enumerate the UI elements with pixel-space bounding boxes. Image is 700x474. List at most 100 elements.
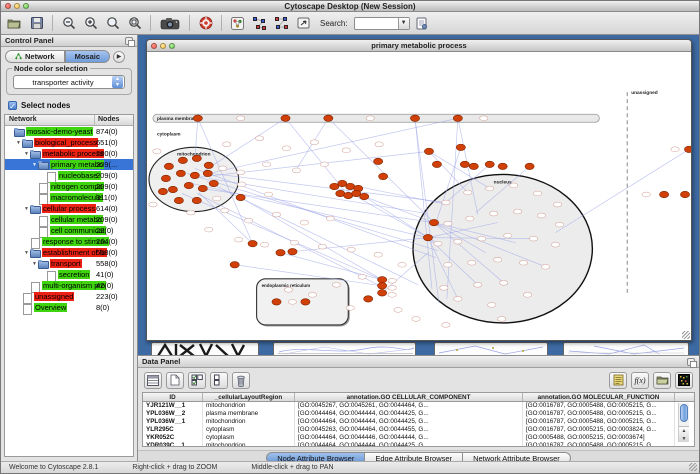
zoom-fit-icon[interactable] xyxy=(125,14,144,32)
table-cell[interactable]: cytoplasm xyxy=(203,426,295,434)
column-header-molecular-function[interactable]: annotation.GO MOLECULAR_FUNCTION xyxy=(523,393,675,401)
background-window-fragment[interactable] xyxy=(434,342,548,355)
tree-column-network[interactable]: Network xyxy=(5,115,95,125)
table-cell[interactable]: plasma membrane xyxy=(203,410,295,418)
search-input[interactable]: ▼ xyxy=(354,17,410,30)
network-node[interactable] xyxy=(469,163,478,169)
network-node[interactable] xyxy=(378,283,387,289)
network-tree-row[interactable]: ▼cellular process614(0) xyxy=(5,203,133,214)
app-resize-grip[interactable] xyxy=(689,463,697,471)
network-tree-row[interactable]: nucleobase-209(0) xyxy=(5,170,133,181)
attribute-table-row[interactable]: YPL036W__1mitochondrion[GO:0044464, GO:0… xyxy=(143,418,694,426)
network-tree-row[interactable]: unassigned223(0) xyxy=(5,291,133,302)
network-node[interactable] xyxy=(248,240,257,246)
network-node[interactable] xyxy=(281,115,290,121)
network-tree-row[interactable]: mosaic-demo-yeast874(0) xyxy=(5,126,133,137)
network-tree-row[interactable]: secretion41(0) xyxy=(5,269,133,280)
tab-network[interactable]: Network xyxy=(5,50,65,63)
compartment-plasma-membrane[interactable] xyxy=(153,114,599,122)
network-node[interactable] xyxy=(374,158,383,164)
node-color-attribute-select[interactable]: transporter activity ▲▼ xyxy=(13,75,125,89)
network-node[interactable] xyxy=(410,115,419,121)
network-node[interactable] xyxy=(192,155,201,161)
delete-attribute-icon[interactable] xyxy=(232,372,250,389)
network-tree-row[interactable]: multi-organism pro42(0) xyxy=(5,280,133,291)
network-canvas[interactable]: plasma membranecytoplasmmitochondrionnuc… xyxy=(147,52,691,340)
network-node[interactable] xyxy=(288,248,297,254)
network-node[interactable] xyxy=(168,186,177,192)
tree-expander-icon[interactable]: ▼ xyxy=(23,250,30,256)
network-tree-row[interactable]: response to stimulu264(0) xyxy=(5,236,133,247)
table-cell[interactable]: [GO:0005488, GO:0005215, GO:0003674] xyxy=(523,434,675,442)
table-cell[interactable]: YDR039C__1 xyxy=(143,442,203,447)
network-tree-row[interactable]: ▼biological_process651(0) xyxy=(5,137,133,148)
network-node[interactable] xyxy=(360,193,369,199)
network-node[interactable] xyxy=(190,172,199,178)
scrollbar-arrows[interactable]: ▲▼ xyxy=(679,426,689,442)
attribute-table-row[interactable]: YJR121W__1mitochondrion[GO:0045267, GO:0… xyxy=(143,402,694,410)
network-node[interactable] xyxy=(161,175,170,181)
network-node[interactable] xyxy=(324,115,333,121)
attribute-grid-icon[interactable] xyxy=(144,372,162,389)
network-node[interactable] xyxy=(230,262,239,268)
float-panel-icon[interactable] xyxy=(125,37,133,45)
search-options-icon[interactable] xyxy=(413,14,432,32)
network-node[interactable] xyxy=(301,299,310,305)
table-cell[interactable]: [GO:0045267, GO:0045261, GO:0044464, G..… xyxy=(295,402,523,410)
table-cell[interactable]: [GO:0016787, GO:0005488, GO:0005215, G..… xyxy=(523,410,675,418)
network-node[interactable] xyxy=(429,219,438,225)
new-attribute-icon[interactable] xyxy=(166,372,184,389)
network-node[interactable] xyxy=(379,173,388,179)
network-node[interactable] xyxy=(432,161,441,167)
tree-column-nodes[interactable]: Nodes xyxy=(95,115,133,125)
zoom-selected-icon[interactable] xyxy=(103,14,122,32)
table-cell[interactable]: cytoplasm xyxy=(203,434,295,442)
network-tree-row[interactable]: cellular metabo209(0) xyxy=(5,214,133,225)
window-resize-grip[interactable] xyxy=(682,331,690,339)
function-builder-icon[interactable]: f(x) xyxy=(631,372,649,389)
network-node[interactable] xyxy=(198,185,207,191)
background-window-fragment[interactable] xyxy=(151,342,259,355)
unselect-attributes-icon[interactable] xyxy=(210,372,228,389)
attribute-table-row[interactable]: YLR295Ccytoplasm[GO:0045263, GO:0044464,… xyxy=(143,426,694,434)
open-session-icon[interactable] xyxy=(5,14,24,32)
background-window-fragment[interactable] xyxy=(563,342,689,355)
table-cell[interactable]: YPL036W__1 xyxy=(143,418,203,426)
table-cell[interactable]: mitochondrion xyxy=(203,418,295,426)
network-node[interactable] xyxy=(193,115,202,121)
network-node[interactable] xyxy=(525,163,534,169)
scrollbar-thumb[interactable] xyxy=(680,404,688,422)
table-cell[interactable]: [GO:0044464, GO:0044446, GO:0044444, G..… xyxy=(295,434,523,442)
network-node[interactable] xyxy=(178,157,187,163)
network-node[interactable] xyxy=(184,182,193,188)
network-node[interactable] xyxy=(684,146,691,152)
table-cell[interactable]: [GO:0044464, GO:0044444, GO:0044425, G..… xyxy=(295,418,523,426)
zoom-out-icon[interactable] xyxy=(59,14,78,32)
network-node[interactable] xyxy=(423,234,432,240)
tab-mosaic[interactable]: Mosaic xyxy=(65,50,110,63)
zoom-in-icon[interactable] xyxy=(81,14,100,32)
table-cell[interactable]: [GO:0016787, GO:0005215, GO:0003824, G..… xyxy=(523,426,675,434)
network-tree-row[interactable]: ▼transport558(0) xyxy=(5,258,133,269)
layout-network-1-icon[interactable] xyxy=(250,14,269,32)
network-tree-row[interactable]: macromolecule311(0) xyxy=(5,192,133,203)
tree-expander-icon[interactable]: ▼ xyxy=(23,151,30,157)
snapshot-camera-icon[interactable] xyxy=(157,14,183,32)
table-cell[interactable]: [GO:0016787, GO:0005488, GO:0005215, G..… xyxy=(523,418,675,426)
save-session-icon[interactable] xyxy=(27,14,46,32)
network-tree-row[interactable]: ▼establishment of lo558(0) xyxy=(5,247,133,258)
column-header-id[interactable]: ID xyxy=(143,393,203,401)
table-cell[interactable]: YLR295C xyxy=(143,426,203,434)
attribute-table-row[interactable]: YDR039C__1mitochondrion[GO:0044464, GO:0… xyxy=(143,442,694,447)
network-node[interactable] xyxy=(203,170,212,176)
background-window-fragment[interactable] xyxy=(273,342,416,355)
network-tree-row[interactable]: ▼primary metabo209(... xyxy=(5,159,133,170)
tree-expander-icon[interactable]: ▼ xyxy=(31,261,38,267)
table-cell[interactable]: mitochondrion xyxy=(203,402,295,410)
column-header-region[interactable]: _cellularLayoutRegion xyxy=(203,393,295,401)
network-node[interactable] xyxy=(272,299,281,305)
network-node[interactable] xyxy=(209,180,218,186)
manual-layout-icon[interactable] xyxy=(294,14,313,32)
network-node[interactable] xyxy=(456,144,465,150)
table-cell[interactable]: YJR121W__1 xyxy=(143,402,203,410)
